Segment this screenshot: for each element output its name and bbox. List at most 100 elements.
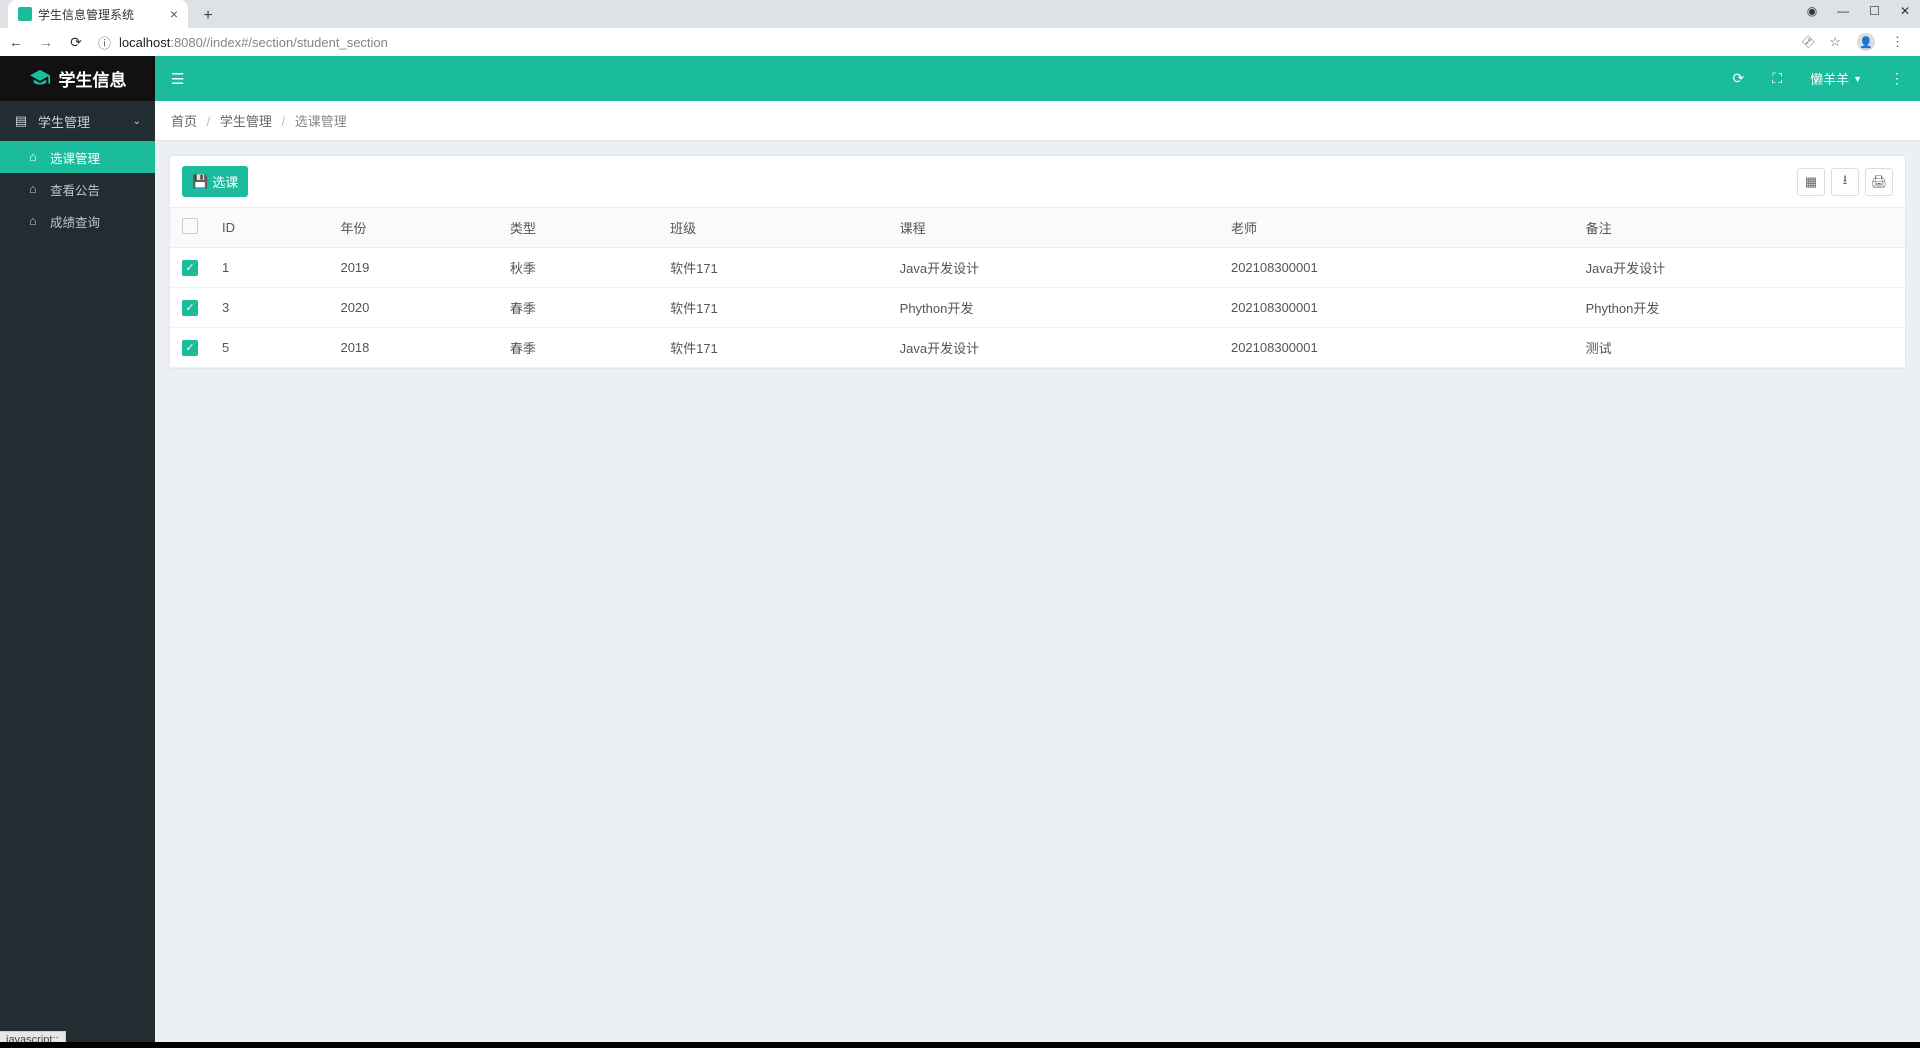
sidebar-item-2[interactable]: ⌂ 成绩查询	[0, 205, 155, 237]
cell-remark: 测试	[1574, 328, 1905, 368]
sidebar-submenu: ⌂ 选课管理 ⌂ 查看公告 ⌂ 成绩查询	[0, 141, 155, 237]
cell-id: 5	[210, 328, 328, 368]
fullscreen-icon[interactable]: ⛶	[1772, 70, 1782, 87]
sidebar-parent-label: 学生管理	[38, 112, 90, 131]
user-menu[interactable]: 懒羊羊 ▼	[1810, 69, 1862, 88]
maximize-icon[interactable]: ☐	[1869, 4, 1880, 18]
table-row[interactable]: ✓32020春季软件171Phython开发202108300001Phytho…	[170, 288, 1905, 328]
url-path: //index#/section/student_section	[203, 35, 388, 50]
cell-class: 软件171	[658, 248, 888, 288]
os-taskbar	[0, 1042, 1920, 1048]
data-panel: 💾 选课 ▦ ⭳ 🖨 ID 年份 类	[169, 155, 1906, 369]
cell-remark: Phython开发	[1574, 288, 1905, 328]
th-remark[interactable]: 备注	[1574, 208, 1905, 248]
info-icon[interactable]: ⓘ	[98, 33, 111, 52]
close-tab-icon[interactable]: ×	[170, 6, 178, 22]
favicon-icon	[18, 7, 32, 21]
close-window-icon[interactable]: ✕	[1900, 4, 1910, 18]
course-table: ID 年份 类型 班级 课程 老师 备注 ✓12019秋季软件171Java开发…	[170, 207, 1905, 368]
bookmark-icon[interactable]: ☆	[1829, 34, 1841, 50]
cell-type: 春季	[498, 328, 658, 368]
logo-text: 学生信息	[59, 66, 127, 91]
cell-id: 1	[210, 248, 328, 288]
tab-title: 学生信息管理系统	[38, 6, 134, 23]
checkbox-all[interactable]	[182, 218, 198, 234]
browser-chrome: 学生信息管理系统 × + ◉ — ☐ ✕ ← → ⟳ ⓘ localhost:8…	[0, 0, 1920, 56]
home-icon: ⌂	[26, 182, 40, 196]
cell-teacher: 202108300001	[1219, 328, 1574, 368]
sidebar-item-label: 成绩查询	[50, 212, 100, 231]
th-class[interactable]: 班级	[658, 208, 888, 248]
main-area: ☰ ⟳ ⛶ 懒羊羊 ▼ ⋮ 首页 / 学生管理 / 选课管理 💾	[155, 56, 1920, 1048]
username-label: 懒羊羊	[1810, 69, 1849, 88]
address-bar: ← → ⟳ ⓘ localhost:8080//index#/section/s…	[0, 28, 1920, 56]
minimize-icon[interactable]: —	[1837, 4, 1849, 18]
tab-bar: 学生信息管理系统 × + ◉ — ☐ ✕	[0, 0, 1920, 28]
sidebar-item-label: 选课管理	[50, 148, 100, 167]
stop-media-icon[interactable]: ◉	[1807, 4, 1817, 18]
table-row[interactable]: ✓52018春季软件171Java开发设计202108300001测试	[170, 328, 1905, 368]
th-teacher[interactable]: 老师	[1219, 208, 1574, 248]
more-icon[interactable]: ⋮	[1890, 70, 1904, 87]
cell-course: Java开发设计	[888, 328, 1219, 368]
breadcrumb-current: 选课管理	[295, 114, 347, 129]
cell-year: 2018	[328, 328, 497, 368]
home-icon: ⌂	[26, 214, 40, 228]
addr-right: ⚿ ☆ 👤 ⋮	[1803, 33, 1912, 51]
key-icon[interactable]: ⚿	[1799, 33, 1817, 51]
th-year[interactable]: 年份	[328, 208, 497, 248]
cell-year: 2019	[328, 248, 497, 288]
breadcrumb-lvl1[interactable]: 学生管理	[220, 114, 272, 129]
cell-course: Java开发设计	[888, 248, 1219, 288]
back-button[interactable]: ←	[8, 34, 24, 50]
sidebar-toggle-icon[interactable]: ☰	[171, 70, 184, 88]
select-button-label: 选课	[212, 172, 238, 191]
home-icon: ⌂	[26, 150, 40, 164]
export-icon[interactable]: ⭳	[1831, 168, 1859, 196]
profile-avatar[interactable]: 👤	[1857, 33, 1875, 51]
table-row[interactable]: ✓12019秋季软件171Java开发设计202108300001Java开发设…	[170, 248, 1905, 288]
cell-id: 3	[210, 288, 328, 328]
checkbox-row[interactable]: ✓	[182, 340, 198, 356]
caret-down-icon: ▼	[1853, 74, 1862, 84]
app-logo: 学生信息	[0, 56, 155, 101]
columns-icon[interactable]: ▦	[1797, 168, 1825, 196]
cell-year: 2020	[328, 288, 497, 328]
breadcrumb-home[interactable]: 首页	[171, 114, 197, 129]
url-field[interactable]: ⓘ localhost:8080//index#/section/student…	[98, 33, 1789, 52]
cell-type: 秋季	[498, 248, 658, 288]
th-type[interactable]: 类型	[498, 208, 658, 248]
sidebar-item-1[interactable]: ⌂ 查看公告	[0, 173, 155, 205]
th-id[interactable]: ID	[210, 208, 328, 248]
cell-type: 春季	[498, 288, 658, 328]
th-course[interactable]: 课程	[888, 208, 1219, 248]
cell-class: 软件171	[658, 288, 888, 328]
reload-button[interactable]: ⟳	[68, 34, 84, 51]
url-host: localhost	[119, 35, 170, 50]
graduation-cap-icon	[29, 68, 51, 90]
print-icon[interactable]: 🖨	[1865, 168, 1893, 196]
new-tab-button[interactable]: +	[196, 4, 220, 28]
browser-menu-icon[interactable]: ⋮	[1891, 34, 1904, 50]
window-controls: ◉ — ☐ ✕	[1807, 4, 1910, 18]
checkbox-row[interactable]: ✓	[182, 300, 198, 316]
sidebar-item-label: 查看公告	[50, 180, 100, 199]
refresh-icon[interactable]: ⟳	[1733, 70, 1745, 87]
cell-course: Phython开发	[888, 288, 1219, 328]
url-port: :8080	[170, 35, 203, 50]
sidebar-parent-student-mgmt[interactable]: ▤ 学生管理 ⌄	[0, 101, 155, 141]
top-bar: ☰ ⟳ ⛶ 懒羊羊 ▼ ⋮	[155, 56, 1920, 101]
save-icon: 💾	[192, 174, 208, 190]
cell-remark: Java开发设计	[1574, 248, 1905, 288]
browser-tab[interactable]: 学生信息管理系统 ×	[8, 0, 188, 28]
forward-button[interactable]: →	[38, 34, 54, 50]
sidebar: 学生信息 ▤ 学生管理 ⌄ ⌂选课管理⌂查看公告⌂成绩查询 javascript…	[0, 56, 155, 1048]
checkbox-row[interactable]: ✓	[182, 260, 198, 276]
breadcrumb: 首页 / 学生管理 / 选课管理	[155, 101, 1920, 141]
select-course-button[interactable]: 💾 选课	[182, 166, 248, 197]
cell-teacher: 202108300001	[1219, 288, 1574, 328]
cell-teacher: 202108300001	[1219, 248, 1574, 288]
file-icon: ▤	[14, 113, 28, 129]
panel-toolbar: 💾 选课 ▦ ⭳ 🖨	[170, 156, 1905, 207]
sidebar-item-0[interactable]: ⌂ 选课管理	[0, 141, 155, 173]
